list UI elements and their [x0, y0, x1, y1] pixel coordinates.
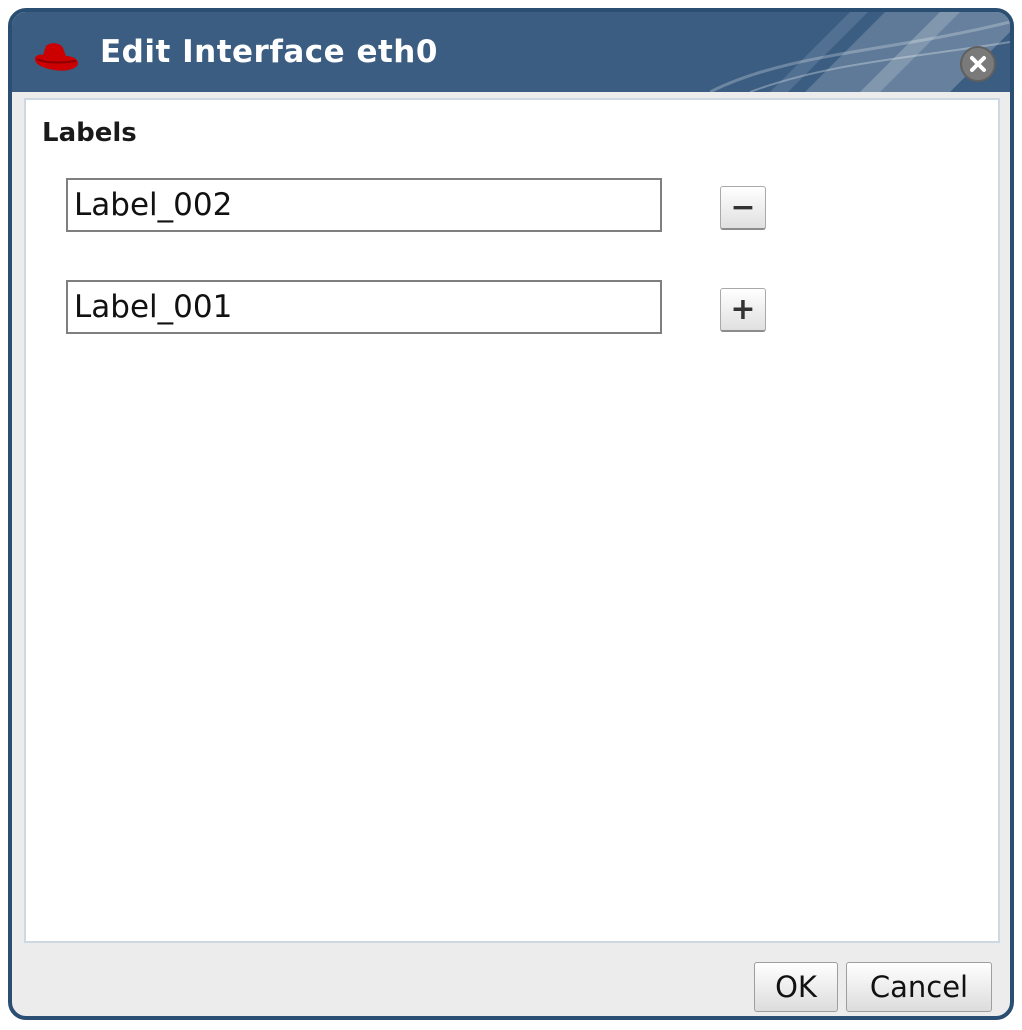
- label-input-2[interactable]: [66, 280, 662, 334]
- dialog-content: Labels − +: [24, 98, 1000, 943]
- ok-button[interactable]: OK: [754, 962, 838, 1012]
- close-icon: [970, 56, 986, 72]
- dialog-title: Edit Interface eth0: [100, 34, 438, 70]
- labels-heading: Labels: [42, 118, 137, 148]
- dialog-titlebar[interactable]: Edit Interface eth0: [12, 12, 1010, 92]
- edit-interface-dialog: Edit Interface eth0 Labels − + OK Cancel: [8, 8, 1014, 1020]
- add-label-button[interactable]: +: [720, 288, 766, 332]
- remove-label-button[interactable]: −: [720, 186, 766, 230]
- minus-icon: −: [730, 189, 756, 225]
- red-hat-icon: [34, 43, 78, 71]
- label-input-1[interactable]: [66, 178, 662, 232]
- cancel-button[interactable]: Cancel: [846, 962, 992, 1012]
- close-button[interactable]: [960, 46, 996, 82]
- plus-icon: +: [730, 291, 756, 327]
